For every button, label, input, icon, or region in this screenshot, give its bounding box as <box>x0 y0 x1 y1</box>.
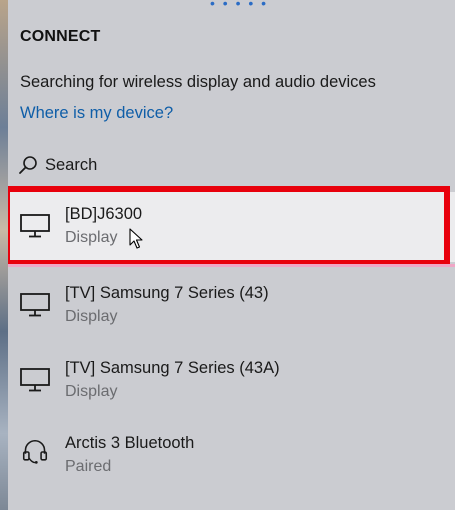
search-icon <box>19 156 37 174</box>
drag-handle[interactable]: • • • • • <box>210 0 268 10</box>
panel-title: CONNECT <box>20 28 101 45</box>
device-name: [TV] Samsung 7 Series (43) <box>65 284 269 302</box>
device-item-bdj6300[interactable]: [BD]J6300 Display <box>8 192 455 262</box>
device-status: Display <box>65 229 118 246</box>
monitor-icon <box>20 368 50 392</box>
headset-icon <box>22 439 48 464</box>
device-name: [BD]J6300 <box>65 205 143 223</box>
connect-panel: • • • • • CONNECT Searching for wireless… <box>8 0 455 510</box>
device-item-samsung-43a[interactable]: [TV] Samsung 7 Series (43A) Display <box>8 346 455 416</box>
monitor-icon <box>20 214 50 238</box>
device-item-samsung-43[interactable]: [TV] Samsung 7 Series (43) Display <box>8 271 455 341</box>
search-button[interactable]: Search <box>18 152 97 178</box>
desktop-background <box>0 0 8 510</box>
device-status: Display <box>65 383 118 400</box>
device-name: [TV] Samsung 7 Series (43A) <box>65 359 280 377</box>
device-item-arctis-3[interactable]: Arctis 3 Bluetooth Paired <box>8 421 455 491</box>
where-is-my-device-link[interactable]: Where is my device? <box>20 104 173 123</box>
focus-underline <box>8 264 455 267</box>
device-status: Paired <box>65 458 112 475</box>
search-label: Search <box>45 155 98 174</box>
device-status: Display <box>65 308 118 325</box>
mouse-cursor-icon <box>129 228 143 249</box>
search-status-text: Searching for wireless display and audio… <box>20 73 376 91</box>
device-name: Arctis 3 Bluetooth <box>65 434 195 452</box>
monitor-icon <box>20 293 50 317</box>
